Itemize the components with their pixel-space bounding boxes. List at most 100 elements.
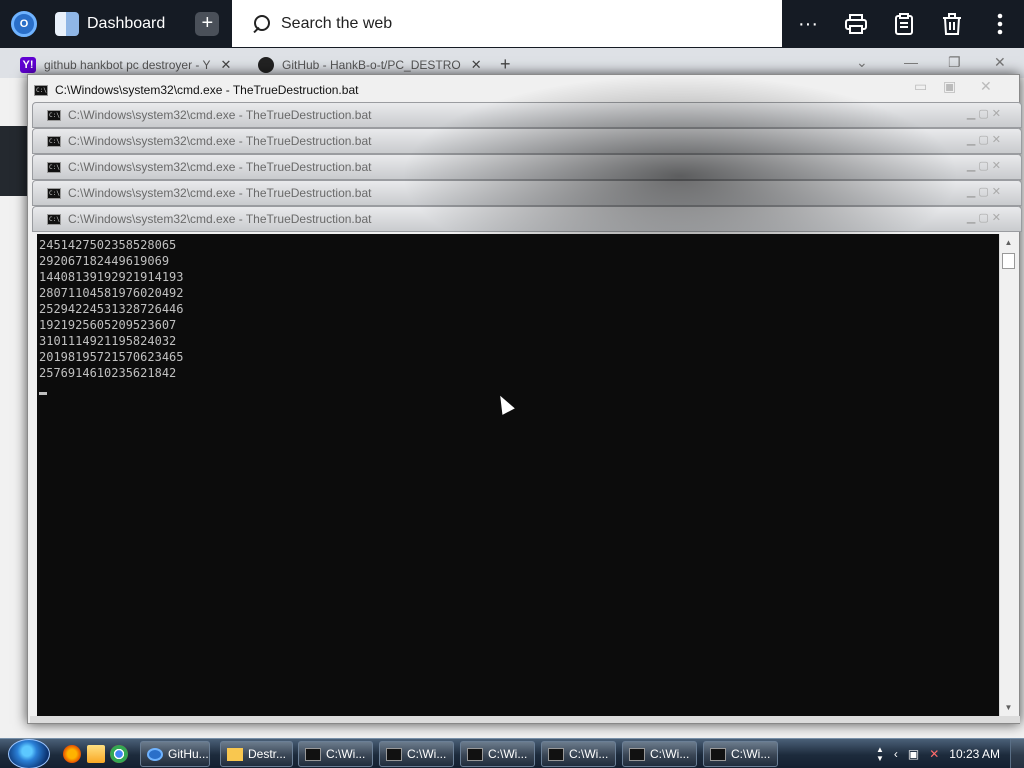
- taskbar-button-label: C:\Wi...: [731, 747, 771, 761]
- taskbar-button-browser[interactable]: GitHu...: [140, 741, 210, 767]
- volume-muted-icon[interactable]: ✕: [929, 747, 939, 761]
- dashboard-title[interactable]: Dashboard: [87, 15, 165, 33]
- cmd-icon: C:\: [47, 109, 61, 121]
- console-line: 292067182449619069: [39, 254, 170, 268]
- text-cursor: [39, 392, 47, 395]
- taskbar-button-label: C:\Wi...: [407, 747, 447, 761]
- cmd-subwindow-title: C:\Windows\system32\cmd.exe - TheTrueDes…: [68, 108, 372, 122]
- minimize-icon[interactable]: ▭: [914, 78, 927, 95]
- console-line: 2576914610235621842: [39, 366, 177, 380]
- browser-icon: [147, 747, 163, 761]
- more-button[interactable]: ···: [784, 0, 832, 48]
- taskbar-button-label: Destr...: [248, 747, 287, 761]
- cmd-icon: C:\: [47, 161, 61, 173]
- tab-label: GitHub - HankB-o-t/PC_DESTRO: [282, 58, 461, 72]
- taskbar-button-cmd[interactable]: C:\Wi...: [379, 741, 454, 767]
- taskbar-button-folder[interactable]: Destr...: [220, 741, 293, 767]
- taskbar-button-cmd[interactable]: C:\Wi...: [298, 741, 373, 767]
- scroll-thumb[interactable]: [1002, 253, 1015, 269]
- github-header-fragment: [0, 126, 28, 196]
- window-controls[interactable]: ▁ ▢ ✕: [967, 107, 1001, 120]
- clipboard-button[interactable]: [880, 0, 928, 48]
- cmd-icon: [710, 747, 726, 761]
- start-button[interactable]: [8, 739, 50, 768]
- console-line: 25294224531328726446: [39, 302, 184, 316]
- cmd-window-bottom-border: [30, 716, 1020, 724]
- add-button[interactable]: +: [195, 12, 220, 36]
- window-controls[interactable]: ▁ ▢ ✕: [967, 211, 1001, 224]
- vertical-scrollbar[interactable]: ▲ ▼: [999, 234, 1016, 716]
- show-hidden-icons-icon[interactable]: ‹: [894, 747, 898, 761]
- cmd-icon: C:\: [34, 84, 48, 96]
- github-icon: [258, 57, 274, 73]
- scroll-up-icon[interactable]: ▲: [1000, 234, 1017, 251]
- cmd-subwindow-title: C:\Windows\system32\cmd.exe - TheTrueDes…: [68, 186, 372, 200]
- clock[interactable]: 10:23 AM: [949, 747, 1000, 761]
- console-line: 2451427502358528065: [39, 238, 177, 252]
- chrome-icon[interactable]: [110, 745, 128, 763]
- window-controls[interactable]: ▁ ▢ ✕: [967, 133, 1001, 146]
- close-icon[interactable]: ✕: [471, 57, 482, 73]
- system-tray: ▲ ▼ ‹ ▣ ✕ 10:23 AM: [876, 739, 1024, 768]
- cmd-subwindow-titlebar[interactable]: C:\ C:\Windows\system32\cmd.exe - TheTru…: [32, 102, 1022, 128]
- search-bar[interactable]: Search the web: [232, 0, 782, 47]
- delete-button[interactable]: [928, 0, 976, 48]
- window-controls[interactable]: ▁ ▢ ✕: [967, 159, 1001, 172]
- network-icon[interactable]: ▣: [908, 747, 919, 761]
- cmd-icon: C:\: [47, 187, 61, 199]
- cmd-title-text: C:\Windows\system32\cmd.exe - TheTrueDes…: [55, 83, 359, 97]
- taskbar: GitHu... Destr... C:\Wi... C:\Wi... C:\W…: [0, 738, 1024, 768]
- taskbar-button-cmd[interactable]: C:\Wi...: [541, 741, 616, 767]
- taskbar-button-cmd[interactable]: C:\Wi...: [622, 741, 697, 767]
- taskbar-button-label: GitHu...: [168, 747, 209, 761]
- kebab-menu-icon: [997, 13, 1003, 35]
- print-icon: [845, 14, 867, 34]
- console-line: 1921925605209523607: [39, 318, 177, 332]
- tab-label: github hankbot pc destroyer - Y: [44, 58, 211, 72]
- search-input[interactable]: Search the web: [281, 15, 392, 33]
- cmd-window-title[interactable]: C:\ C:\Windows\system32\cmd.exe - TheTru…: [34, 80, 358, 100]
- show-desktop-button[interactable]: [1010, 739, 1024, 768]
- console-line: 28071104581976020492: [39, 286, 184, 300]
- console-output[interactable]: 2451427502358528065 292067182449619069 144…: [37, 234, 999, 716]
- maximize-icon[interactable]: ▣: [943, 78, 956, 95]
- taskbar-button-cmd[interactable]: C:\Wi...: [460, 741, 535, 767]
- console-line: 3101114921195824032: [39, 334, 177, 348]
- cmd-icon: [305, 747, 321, 761]
- cmd-icon: [629, 747, 645, 761]
- window-controls[interactable]: ▁ ▢ ✕: [967, 185, 1001, 198]
- cmd-icon: C:\: [47, 213, 61, 225]
- taskbar-scroll-icon[interactable]: ▲ ▼: [876, 745, 884, 763]
- more-icon: ···: [798, 12, 818, 35]
- cmd-subwindow-titlebar[interactable]: C:\ C:\Windows\system32\cmd.exe - TheTru…: [32, 180, 1022, 206]
- close-icon[interactable]: ✕: [980, 78, 992, 95]
- firefox-icon[interactable]: [63, 745, 81, 763]
- taskbar-button-cmd[interactable]: C:\Wi...: [703, 741, 778, 767]
- cmd-icon: C:\: [47, 135, 61, 147]
- cmd-subwindow-title: C:\Windows\system32\cmd.exe - TheTrueDes…: [68, 212, 372, 226]
- close-icon[interactable]: ✕: [994, 54, 1006, 71]
- console-line: 14408139192921914193: [39, 270, 184, 284]
- cmd-subwindow-titlebar[interactable]: C:\ C:\Windows\system32\cmd.exe - TheTru…: [32, 206, 1022, 232]
- app-logo-icon[interactable]: O: [11, 11, 37, 37]
- search-icon: [252, 14, 270, 33]
- scroll-down-icon[interactable]: ▼: [1000, 699, 1017, 716]
- cmd-icon: [386, 747, 402, 761]
- yahoo-icon: Y!: [20, 57, 36, 73]
- app-bar: O Dashboard + Search the web ···: [0, 0, 1024, 48]
- folder-icon[interactable]: [87, 745, 105, 763]
- close-icon[interactable]: ✕: [221, 57, 232, 73]
- minimize-icon[interactable]: —: [904, 54, 918, 70]
- cmd-subwindow-title: C:\Windows\system32\cmd.exe - TheTrueDes…: [68, 134, 372, 148]
- menu-button[interactable]: [976, 0, 1024, 48]
- new-tab-button[interactable]: +: [500, 54, 511, 75]
- screen: O Dashboard + Search the web ··· Y! gith…: [0, 0, 1024, 768]
- chevron-down-icon[interactable]: ⌄: [856, 54, 868, 71]
- clipboard-icon: [895, 13, 913, 35]
- cmd-subwindow-titlebar[interactable]: C:\ C:\Windows\system32\cmd.exe - TheTru…: [32, 154, 1022, 180]
- cmd-subwindow-titlebar[interactable]: C:\ C:\Windows\system32\cmd.exe - TheTru…: [32, 128, 1022, 154]
- console-line: 20198195721570623465: [39, 350, 184, 364]
- taskbar-button-label: C:\Wi...: [488, 747, 528, 761]
- print-button[interactable]: [832, 0, 880, 48]
- restore-icon[interactable]: ❐: [948, 54, 961, 71]
